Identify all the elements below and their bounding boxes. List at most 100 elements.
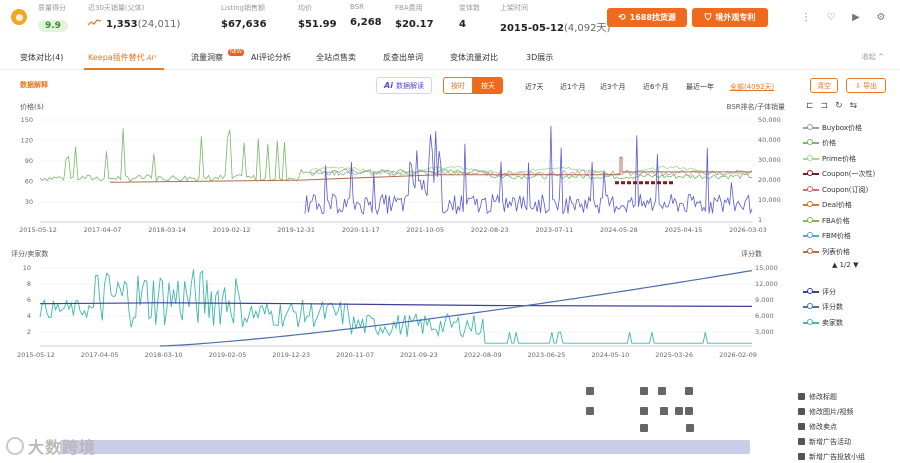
product-analysis-panel: 质量得分 9.9 近30天销量(父体) 1,353(24,011) Listin… <box>0 0 900 463</box>
legend-label: Coupon(订阅) <box>822 185 869 194</box>
y-tick-label: 4 <box>27 312 31 320</box>
side-action-item[interactable]: 修改卖点 <box>798 421 837 432</box>
image-icon[interactable] <box>586 387 594 395</box>
legend-marker-icon <box>803 185 819 193</box>
legend-marker-icon <box>803 287 819 295</box>
y-tick-label: 2 <box>27 328 31 336</box>
legend-marker-icon <box>803 201 819 208</box>
legend-marker-icon <box>803 303 819 310</box>
legend-label: 价格 <box>822 139 836 147</box>
legend-label: FBA价格 <box>822 216 850 225</box>
review-count-line <box>159 270 753 347</box>
legend-item[interactable]: Coupon(订阅) <box>803 184 869 195</box>
y-right-tick-label: 15,000 <box>755 264 778 272</box>
image-icon[interactable] <box>658 387 666 395</box>
legend-marker-icon <box>803 154 819 162</box>
image-icon[interactable] <box>586 407 594 415</box>
side-action-label: 新增广告投放小组 <box>809 452 865 461</box>
box-select-icon[interactable]: ⊐ <box>821 101 829 111</box>
legend-label: Coupon(一次性) <box>822 170 876 178</box>
side-action-item[interactable]: 新增广告投放小组 <box>798 451 865 462</box>
legend-marker-icon <box>803 232 819 239</box>
legend-label: 卖家数 <box>822 318 843 327</box>
legend-item[interactable]: 列表价格 <box>803 246 850 257</box>
legend-item[interactable]: FBM价格 <box>803 231 851 242</box>
y-tick-label: 6 <box>27 296 31 304</box>
legend-item[interactable]: 卖家数 <box>803 317 843 328</box>
image-icon[interactable] <box>685 387 693 395</box>
watermark-logo-icon <box>6 437 24 455</box>
y-tick-label: 10 <box>23 264 31 272</box>
action-icon <box>798 408 805 415</box>
chart2-right-axis-title: 评分数 <box>741 249 762 258</box>
image-icon[interactable] <box>686 424 694 432</box>
y-right-tick-label: 6,000 <box>755 312 774 320</box>
y-right-tick-label: 9,000 <box>755 296 774 304</box>
side-action-label: 修改图片/视频 <box>809 407 854 416</box>
side-action-item[interactable]: 修改图片/视频 <box>798 406 853 417</box>
action-icon <box>798 438 805 445</box>
chart2-x-ticks: 2015-05-12 2017-04-05 2018-03-10 2019-02-05… <box>17 351 757 359</box>
y-right-tick-label: 12,000 <box>755 280 778 288</box>
legend-label: Prime价格 <box>822 154 857 163</box>
legend-marker-icon <box>803 318 819 326</box>
chart2-y-right-ticks: 15,000 12,000 9,000 6,000 3,000 <box>755 264 778 336</box>
legend-item[interactable]: Prime价格 <box>803 153 857 164</box>
legend-item[interactable]: Deal价格 <box>803 200 852 211</box>
image-icon[interactable] <box>685 407 693 415</box>
legend-marker-icon <box>803 139 819 146</box>
side-action-item[interactable]: 修改标题 <box>798 391 837 402</box>
rating-sellers-chart[interactable]: 评分/卖家数 评分数 10 8 6 4 2 15,000 12,000 9,000 6,000… <box>0 0 900 463</box>
legend-item[interactable]: 评分数 <box>803 302 843 313</box>
image-icon[interactable] <box>660 407 668 415</box>
y-tick-label: 8 <box>27 280 31 288</box>
x-tick-label: 2022-08-09 <box>464 351 502 359</box>
rating-line <box>39 302 753 307</box>
legend-item[interactable]: 评分 <box>803 286 836 297</box>
legend-label: FBM价格 <box>822 232 851 240</box>
watermark: 大数跨境 <box>6 434 96 458</box>
legend-marker-icon <box>803 216 819 224</box>
action-icon <box>798 393 805 400</box>
image-icon[interactable] <box>640 424 648 432</box>
legend-label: 列表价格 <box>822 247 850 256</box>
x-tick-label: 2019-12-23 <box>272 351 310 359</box>
side-action-item[interactable]: 新增广告活动 <box>798 436 851 447</box>
side-action-label: 修改卖点 <box>809 422 837 431</box>
legend-label: Buybox价格 <box>822 123 863 132</box>
chart2-left-axis-title: 评分/卖家数 <box>11 249 48 258</box>
legend-item[interactable]: FBA价格 <box>803 215 850 226</box>
chart2-y-ticks: 10 8 6 4 2 <box>23 264 31 336</box>
watermark-text: 大数跨境 <box>28 438 97 457</box>
legend-marker-icon <box>803 247 819 255</box>
action-icon <box>798 453 805 460</box>
legend-item[interactable]: 价格 <box>803 138 836 149</box>
legend-marker-icon <box>803 170 819 177</box>
image-icon[interactable] <box>675 407 683 415</box>
x-tick-label: 2019-02-05 <box>209 351 247 359</box>
x-tick-label: 2026-02-09 <box>719 351 757 359</box>
chart-tool-icons: ⊏ ⊐ ↻ ⇆ <box>806 101 857 111</box>
x-tick-label: 2017-04-05 <box>81 351 119 359</box>
legend-label: 评分 <box>822 287 836 296</box>
x-tick-label: 2025-03-26 <box>655 351 693 359</box>
image-icon[interactable] <box>640 387 648 395</box>
legend-item[interactable]: Coupon(一次性) <box>803 169 876 180</box>
swap-icon[interactable]: ⇆ <box>850 101 858 111</box>
zoom-icon[interactable]: ⊏ <box>806 101 814 111</box>
x-tick-label: 2015-05-12 <box>17 351 55 359</box>
legend-item[interactable]: Buybox价格 <box>803 122 863 133</box>
chart2-gridlines <box>40 267 752 347</box>
x-tick-label: 2023-06-25 <box>528 351 566 359</box>
y-right-tick-label: 3,000 <box>755 328 774 336</box>
side-action-label: 新增广告活动 <box>809 437 851 446</box>
legend-label: Deal价格 <box>822 201 852 209</box>
legend-pager[interactable]: ▲ 1/2 ▼ <box>832 261 858 269</box>
image-icon[interactable] <box>640 407 648 415</box>
x-tick-label: 2021-09-23 <box>400 351 438 359</box>
refresh-icon[interactable]: ↻ <box>835 101 843 111</box>
side-action-label: 修改标题 <box>809 392 837 401</box>
x-tick-label: 2024-05-10 <box>591 351 629 359</box>
action-icon <box>798 423 805 430</box>
timeline-scrollbar[interactable] <box>60 440 750 454</box>
